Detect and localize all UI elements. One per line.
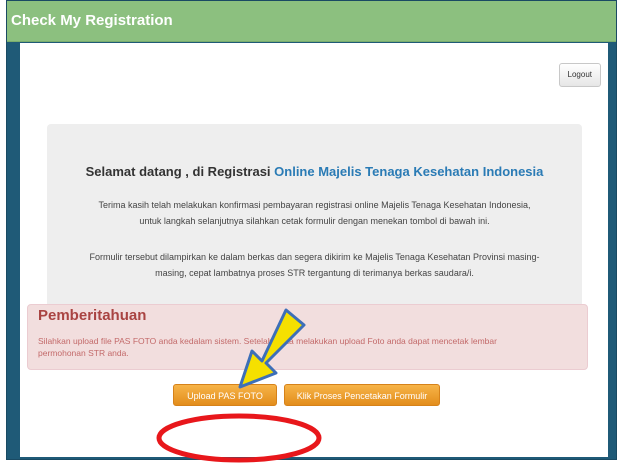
welcome-paragraph-2: Formulir tersebut dilampirkan ke dalam b… [89, 252, 540, 278]
print-form-button[interactable]: Klik Proses Pencetakan Formulir [284, 384, 440, 406]
welcome-heading-prefix: Selamat datang , di Registrasi [85, 164, 275, 179]
red-ellipse-highlight [156, 413, 322, 463]
welcome-box: Selamat datang , di Registrasi Online Ma… [47, 124, 582, 326]
welcome-paragraph-1: Terima kasih telah melakukan konfirmasi … [98, 200, 531, 226]
title-bar: Check My Registration [7, 1, 616, 42]
notice-title: Pemberitahuan [38, 307, 147, 324]
welcome-heading: Selamat datang , di Registrasi Online Ma… [47, 164, 582, 179]
page-title: Check My Registration [11, 12, 173, 29]
yellow-arrow-icon [238, 308, 306, 389]
welcome-heading-highlight: Online Majelis Tenaga Kesehatan Indonesi… [274, 164, 544, 179]
logout-button[interactable]: Logout [558, 63, 601, 87]
notice-alert: Pemberitahuan Silahkan upload file PAS F… [27, 304, 588, 370]
